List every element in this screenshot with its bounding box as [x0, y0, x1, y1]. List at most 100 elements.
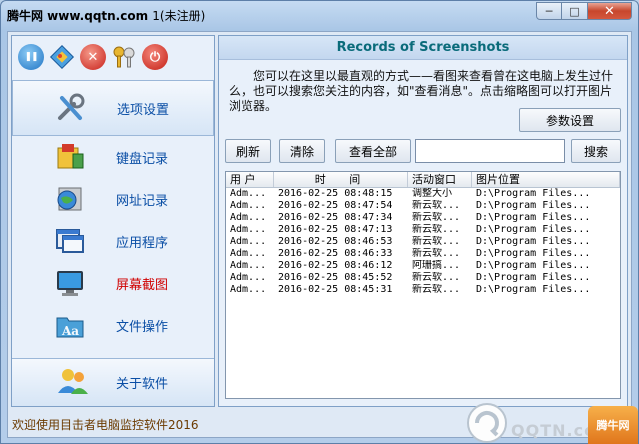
cell-window: 阿珊搞...	[412, 260, 461, 271]
title-watermark: 腾牛网 www.qqtn.com	[7, 9, 149, 23]
search-button[interactable]: 搜索	[571, 139, 621, 163]
cell-time: 2016-02-25 08:45:31	[278, 284, 393, 295]
cell-path: D:\Program Files...	[476, 212, 591, 223]
nav-item-about[interactable]: 关于软件	[12, 358, 214, 406]
client-area: ❚❚ ✕ ⏻ 选项设置 键盘记录 网址记录 应用程序 屏幕截图 Aa 文件操作 …	[7, 31, 632, 438]
nav-label-urls: 网址记录	[116, 193, 169, 209]
cell-path: D:\Program Files...	[476, 236, 591, 247]
cell-user: Adm...	[230, 188, 267, 199]
window-title: 腾牛网 www.qqtn.com 1(未注册)	[7, 7, 205, 24]
cell-path: D:\Program Files...	[476, 224, 591, 235]
app-window: 腾牛网 www.qqtn.com 1(未注册) ─ □ ✕ ❚❚ ✕ ⏻ 选项设…	[0, 0, 639, 444]
cell-user: Adm...	[230, 224, 267, 235]
table-row[interactable]: Adm... 2016-02-25 08:47:34 新云软... D:\Progra…	[226, 212, 620, 224]
svg-text:Aa: Aa	[61, 324, 79, 338]
screenshot-records-table[interactable]: 用 户 时 间 活动窗口 图片位置 Adm... 2016-02-25 08:48…	[225, 171, 621, 399]
keys-icon[interactable]	[111, 44, 137, 70]
cell-user: Adm...	[230, 200, 267, 211]
minimize-button[interactable]: ─	[536, 2, 562, 20]
cell-time: 2016-02-25 08:48:15	[278, 188, 393, 199]
nav-menu: 选项设置 键盘记录 网址记录 应用程序 屏幕截图 Aa 文件操作	[12, 80, 214, 346]
cell-window: 新云软...	[412, 272, 461, 283]
nav-item-urls[interactable]: 网址记录	[12, 178, 214, 220]
table-row[interactable]: Adm... 2016-02-25 08:46:53 新云软... D:\Progra…	[226, 236, 620, 248]
cell-time: 2016-02-25 08:46:33	[278, 248, 393, 259]
cell-time: 2016-02-25 08:46:53	[278, 236, 393, 247]
nav-label-apps: 应用程序	[116, 235, 169, 251]
panel-title: Records of Screenshots	[219, 36, 627, 60]
title-status: 1(未注册)	[152, 9, 206, 23]
monitor-icon	[52, 267, 88, 299]
cell-user: Adm...	[230, 284, 267, 295]
users-icon	[56, 365, 90, 400]
table-row[interactable]: Adm... 2016-02-25 08:47:54 新云软... D:\Progra…	[226, 200, 620, 212]
close-button[interactable]: ✕	[588, 2, 632, 20]
power-icon[interactable]: ⏻	[142, 44, 168, 70]
toolbar: ❚❚ ✕ ⏻	[12, 36, 214, 78]
params-button[interactable]: 参数设置	[519, 108, 621, 132]
cell-window: 新云软...	[412, 284, 461, 295]
stop-icon[interactable]: ✕	[80, 44, 106, 70]
cell-time: 2016-02-25 08:47:54	[278, 200, 393, 211]
cell-path: D:\Program Files...	[476, 248, 591, 259]
nav-item-keyboard[interactable]: 键盘记录	[12, 136, 214, 178]
globe-icon	[52, 183, 88, 215]
wrench-icon	[53, 92, 89, 124]
maximize-button[interactable]: □	[562, 2, 588, 20]
table-row[interactable]: Adm... 2016-02-25 08:47:13 新云软... D:\Progra…	[226, 224, 620, 236]
title-bar[interactable]: 腾牛网 www.qqtn.com 1(未注册) ─ □ ✕	[1, 1, 638, 29]
column-header-window[interactable]: 活动窗口	[408, 172, 472, 187]
cell-time: 2016-02-25 08:46:12	[278, 260, 393, 271]
nav-label-about: 关于软件	[116, 377, 169, 392]
maximize-icon: □	[569, 4, 580, 18]
cell-time: 2016-02-25 08:45:52	[278, 272, 393, 283]
nav-item-screenshots[interactable]: 屏幕截图	[12, 262, 214, 304]
table-row[interactable]: Adm... 2016-02-25 08:45:52 新云软... D:\Progra…	[226, 272, 620, 284]
window-app-icon	[52, 225, 88, 257]
nav-item-files[interactable]: Aa 文件操作	[12, 304, 214, 346]
table-row[interactable]: Adm... 2016-02-25 08:48:15 调整大小 D:\Program …	[226, 188, 620, 200]
column-header-user[interactable]: 用 户	[226, 172, 274, 187]
window-controls: ─ □ ✕	[536, 2, 632, 20]
status-welcome: 欢迎使用目击者电脑监控软件2016	[12, 418, 199, 432]
cell-window: 新云软...	[412, 212, 461, 223]
column-header-path[interactable]: 图片位置	[472, 172, 620, 187]
nav-item-settings[interactable]: 选项设置	[12, 80, 214, 136]
table-row[interactable]: Adm... 2016-02-25 08:46:33 新云软... D:\Progra…	[226, 248, 620, 260]
nav-label-files: 文件操作	[116, 319, 169, 335]
cell-user: Adm...	[230, 236, 267, 247]
right-panel: Records of Screenshots 您可以在这里以最直观的方式——看图…	[218, 35, 628, 407]
cell-user: Adm...	[230, 248, 267, 259]
pause-glyph: ❚❚	[24, 52, 38, 62]
table-header: 用 户 时 间 活动窗口 图片位置	[226, 172, 620, 188]
cell-path: D:\Program Files...	[476, 272, 591, 283]
cell-time: 2016-02-25 08:47:13	[278, 224, 393, 235]
keyboard-log-icon	[52, 141, 88, 173]
stop-glyph: ✕	[87, 49, 99, 65]
left-panel: ❚❚ ✕ ⏻ 选项设置 键盘记录 网址记录 应用程序 屏幕截图 Aa 文件操作 …	[11, 35, 215, 407]
diamond-icon[interactable]	[49, 44, 75, 70]
column-header-time[interactable]: 时 间	[274, 172, 408, 187]
nav-label-screenshots: 屏幕截图	[116, 277, 169, 293]
watermark-badge: 腾牛网	[588, 406, 638, 444]
close-icon: ✕	[604, 3, 615, 19]
table-row[interactable]: Adm... 2016-02-25 08:46:12 阿珊搞... D:\Progra…	[226, 260, 620, 272]
power-glyph: ⏻	[149, 49, 161, 65]
table-row[interactable]: Adm... 2016-02-25 08:45:31 新云软... D:\Progra…	[226, 284, 620, 296]
cell-path: D:\Program Files...	[476, 188, 591, 199]
cell-window: 新云软...	[412, 236, 461, 247]
font-file-icon: Aa	[52, 309, 88, 341]
cell-window: 新云软...	[412, 200, 461, 211]
pause-icon[interactable]: ❚❚	[18, 44, 44, 70]
refresh-button[interactable]: 刷新	[225, 139, 271, 163]
nav-item-apps[interactable]: 应用程序	[12, 220, 214, 262]
cell-path: D:\Program Files...	[476, 200, 591, 211]
cell-path: D:\Program Files...	[476, 284, 591, 295]
cell-window: 新云软...	[412, 224, 461, 235]
cell-window: 调整大小	[412, 188, 452, 199]
search-input[interactable]	[415, 139, 565, 163]
view-all-button[interactable]: 查看全部	[335, 139, 411, 163]
cell-user: Adm...	[230, 260, 267, 271]
cell-window: 新云软...	[412, 248, 461, 259]
clear-button[interactable]: 清除	[279, 139, 325, 163]
